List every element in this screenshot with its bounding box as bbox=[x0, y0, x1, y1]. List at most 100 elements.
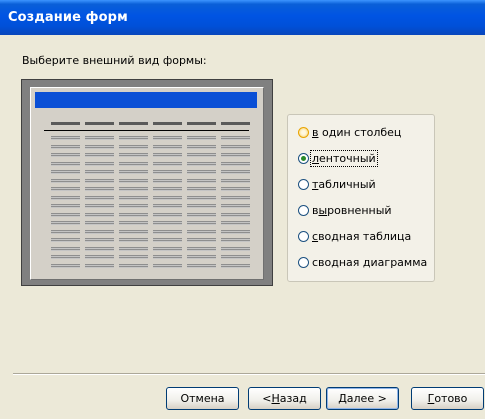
preview-cell bbox=[51, 263, 80, 268]
preview-cell bbox=[85, 187, 114, 191]
option-justified-label: выровненный bbox=[312, 203, 392, 217]
preview-cell bbox=[85, 238, 114, 242]
preview-cell bbox=[51, 187, 80, 191]
next-button[interactable]: Далее > bbox=[326, 387, 399, 410]
preview-cell bbox=[51, 153, 80, 157]
preview-cell bbox=[153, 229, 182, 234]
option-pivotchart[interactable]: сводная диаграмма bbox=[298, 253, 427, 271]
preview-cell bbox=[187, 178, 216, 183]
option-datasheet-label: табличный bbox=[312, 177, 376, 191]
preview-cell bbox=[221, 238, 250, 242]
preview-cell bbox=[187, 263, 216, 268]
option-pivotchart-label: сводная диаграмма bbox=[312, 255, 428, 269]
preview-cell bbox=[153, 238, 182, 242]
preview-cell bbox=[51, 246, 80, 251]
finish-button[interactable]: Готово bbox=[411, 387, 484, 410]
radio-pivotchart[interactable] bbox=[298, 256, 309, 268]
preview-cell bbox=[51, 144, 80, 149]
preview-cell bbox=[187, 246, 216, 251]
button-divider bbox=[13, 373, 485, 375]
preview-separator-line bbox=[44, 130, 249, 131]
preview-cell bbox=[221, 229, 250, 234]
option-pivottable[interactable]: сводная таблица bbox=[298, 227, 411, 245]
preview-cell bbox=[119, 238, 148, 242]
preview-cell bbox=[119, 161, 148, 166]
preview-column-header bbox=[119, 122, 148, 125]
preview-cell bbox=[187, 195, 216, 200]
back-button[interactable]: < Назад bbox=[248, 387, 321, 410]
preview-cell bbox=[153, 153, 182, 157]
preview-column-header bbox=[187, 122, 216, 125]
layout-preview bbox=[21, 79, 273, 286]
preview-cell bbox=[221, 246, 250, 251]
radio-pivottable[interactable] bbox=[298, 230, 309, 242]
preview-cell bbox=[153, 195, 182, 200]
option-columnar-label: в один столбец bbox=[312, 125, 402, 139]
preview-cell bbox=[221, 195, 250, 200]
preview-cell bbox=[187, 221, 216, 225]
radio-justified[interactable] bbox=[298, 204, 309, 216]
preview-cell bbox=[221, 136, 250, 140]
preview-cell bbox=[119, 229, 148, 234]
preview-cell bbox=[187, 153, 216, 157]
preview-cell bbox=[51, 238, 80, 242]
preview-cell bbox=[85, 136, 114, 140]
preview-cell bbox=[187, 144, 216, 149]
window-title: Создание форм bbox=[8, 10, 128, 25]
cancel-button[interactable]: Отмена bbox=[166, 387, 239, 410]
preview-cell bbox=[51, 212, 80, 217]
radio-datasheet[interactable] bbox=[298, 178, 309, 190]
radio-tabular[interactable] bbox=[298, 152, 309, 164]
preview-cell bbox=[153, 255, 182, 259]
preview-cell bbox=[187, 170, 216, 174]
option-datasheet[interactable]: табличный bbox=[298, 175, 376, 193]
preview-cell bbox=[153, 246, 182, 251]
preview-cell bbox=[51, 170, 80, 174]
preview-cell bbox=[221, 144, 250, 149]
preview-cell bbox=[153, 161, 182, 166]
preview-cell bbox=[119, 136, 148, 140]
preview-cell bbox=[153, 178, 182, 183]
preview-cell bbox=[119, 153, 148, 157]
preview-form bbox=[30, 87, 264, 280]
preview-cell bbox=[85, 153, 114, 157]
preview-cell bbox=[221, 178, 250, 183]
option-pivottable-label: сводная таблица bbox=[312, 229, 412, 243]
preview-cell bbox=[51, 195, 80, 200]
option-tabular-label: ленточный bbox=[310, 149, 378, 167]
preview-cell bbox=[153, 204, 182, 208]
preview-cell bbox=[85, 161, 114, 166]
layout-options-group: в один столбец ленточный табличный выров… bbox=[287, 114, 435, 282]
preview-header-bar bbox=[35, 92, 257, 108]
preview-cell bbox=[51, 255, 80, 259]
preview-cell bbox=[51, 178, 80, 183]
preview-cell bbox=[85, 144, 114, 149]
preview-cell bbox=[51, 221, 80, 225]
preview-column-header bbox=[153, 122, 182, 125]
preview-cell bbox=[119, 255, 148, 259]
preview-cell bbox=[85, 255, 114, 259]
preview-cell bbox=[119, 144, 148, 149]
preview-cell bbox=[85, 221, 114, 225]
preview-cell bbox=[153, 136, 182, 140]
title-bar: Создание форм bbox=[0, 0, 485, 35]
preview-column-header bbox=[85, 122, 114, 125]
preview-cell bbox=[221, 263, 250, 268]
preview-cell bbox=[119, 221, 148, 225]
option-columnar[interactable]: в один столбец bbox=[298, 123, 401, 141]
form-wizard-window: Создание форм Выберите внешний вид формы… bbox=[0, 0, 485, 419]
preview-cell bbox=[153, 170, 182, 174]
preview-cell bbox=[187, 238, 216, 242]
preview-cell bbox=[85, 263, 114, 268]
preview-cell bbox=[119, 263, 148, 268]
preview-cell bbox=[119, 204, 148, 208]
preview-cell bbox=[85, 229, 114, 234]
preview-cell bbox=[187, 204, 216, 208]
preview-cell bbox=[187, 212, 216, 217]
preview-cell bbox=[85, 212, 114, 217]
option-justified[interactable]: выровненный bbox=[298, 201, 392, 219]
radio-columnar[interactable] bbox=[298, 126, 309, 138]
preview-cell bbox=[153, 212, 182, 217]
option-tabular[interactable]: ленточный bbox=[298, 149, 378, 167]
preview-cell bbox=[153, 263, 182, 268]
